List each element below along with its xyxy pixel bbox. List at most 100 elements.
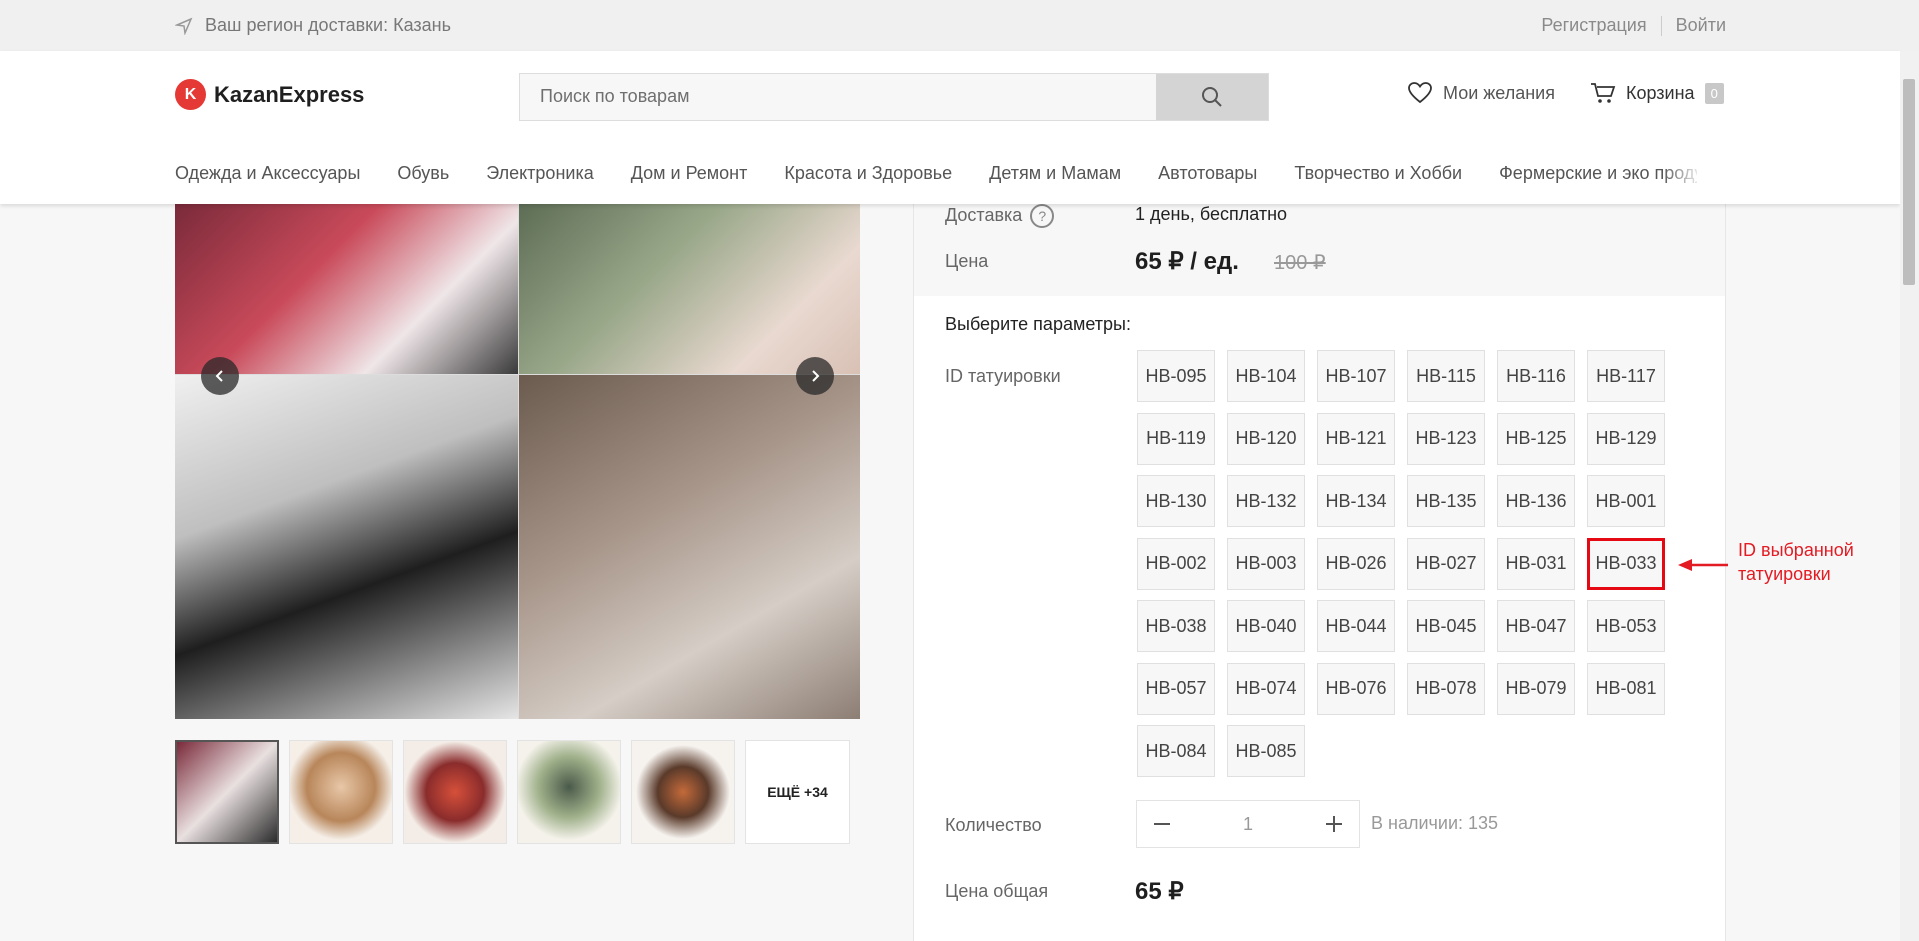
auth-divider: [1660, 15, 1662, 36]
wishlist-label: Мои желания: [1443, 82, 1555, 103]
annotation-arrow-icon: [1678, 559, 1728, 571]
tattoo-option[interactable]: HB-085: [1227, 725, 1305, 777]
category-item[interactable]: Красота и Здоровье: [784, 163, 952, 184]
category-nav: Одежда и Аксессуары Обувь Электроника До…: [175, 163, 1697, 184]
tattoo-option[interactable]: HB-079: [1497, 662, 1575, 715]
search-icon: [1202, 87, 1222, 107]
tattoo-option[interactable]: HB-027: [1407, 537, 1485, 590]
product-image: [175, 204, 860, 719]
tattoo-option[interactable]: HB-119: [1137, 412, 1215, 465]
tattoo-option[interactable]: HB-038: [1137, 600, 1215, 652]
thumbnail[interactable]: [175, 740, 279, 844]
tattoo-option[interactable]: HB-107: [1317, 350, 1395, 402]
login-link[interactable]: Войти: [1676, 15, 1726, 36]
prev-image-button[interactable]: [201, 357, 239, 395]
category-item[interactable]: Одежда и Аксессуары: [175, 163, 360, 184]
chevron-left-icon: [215, 370, 223, 382]
tattoo-option[interactable]: HB-121: [1317, 412, 1395, 465]
stock-info: В наличии: 135: [1371, 813, 1499, 833]
tattoo-option[interactable]: HB-123: [1407, 412, 1485, 465]
tattoo-option[interactable]: HB-053: [1587, 600, 1665, 652]
quantity-value[interactable]: 1: [1187, 801, 1309, 847]
tattoo-option[interactable]: HB-104: [1227, 350, 1305, 402]
params-title: Выберите параметры:: [945, 314, 1131, 334]
top-bar: Ваш регион доставки: Казань Регистрация …: [0, 0, 1919, 51]
tattoo-option[interactable]: HB-115: [1407, 350, 1485, 402]
search-button[interactable]: [1156, 74, 1268, 120]
chevron-right-icon: [812, 370, 820, 382]
search-input[interactable]: [520, 74, 1180, 118]
tattoo-option[interactable]: HB-134: [1317, 475, 1395, 527]
tattoo-option[interactable]: HB-003: [1227, 537, 1305, 590]
tattoo-option[interactable]: HB-136: [1497, 475, 1575, 527]
tattoo-option[interactable]: HB-129: [1587, 412, 1665, 465]
page-scrollbar[interactable]: [1900, 51, 1919, 941]
category-item[interactable]: Автотовары: [1158, 163, 1257, 184]
location-arrow-icon: [175, 17, 193, 35]
tattoo-option[interactable]: HB-001: [1587, 475, 1665, 527]
category-item[interactable]: Электроника: [486, 163, 593, 184]
delivery-value: 1 день, бесплатно: [1135, 204, 1288, 224]
heart-icon: [1408, 82, 1432, 104]
search-bar: [519, 73, 1269, 121]
category-item[interactable]: Обувь: [397, 163, 449, 184]
tattoo-option[interactable]: HB-132: [1227, 475, 1305, 527]
annotation-text: ID выбранной татуировки: [1738, 538, 1854, 586]
logo-mark-icon: K: [175, 79, 206, 110]
tattoo-option[interactable]: HB-002: [1137, 537, 1215, 590]
tattoo-option-selected[interactable]: HB-033: [1587, 537, 1665, 590]
thumbnail[interactable]: [403, 740, 507, 844]
total-price-label: Цена общая: [945, 881, 1049, 901]
tattoo-option[interactable]: HB-116: [1497, 350, 1575, 402]
decrease-quantity-button[interactable]: [1137, 801, 1187, 847]
thumbnail[interactable]: [517, 740, 621, 844]
cart-link[interactable]: Корзина 0: [1590, 81, 1724, 105]
register-link[interactable]: Регистрация: [1541, 15, 1646, 36]
tattoo-option[interactable]: HB-135: [1407, 475, 1485, 527]
site-header: K KazanExpress Мои желания Корзина 0 Оде…: [0, 51, 1900, 204]
category-item[interactable]: Фермерские и эко проду: [1499, 163, 1697, 184]
category-item[interactable]: Дом и Ремонт: [631, 163, 748, 184]
quantity-label: Количество: [945, 815, 1042, 835]
region-text: Ваш регион доставки: Казань: [205, 15, 451, 35]
tattoo-option[interactable]: HB-130: [1137, 475, 1215, 527]
logo-text: KazanExpress: [214, 81, 365, 107]
tattoo-option[interactable]: HB-076: [1317, 662, 1395, 715]
tattoo-option[interactable]: HB-057: [1137, 662, 1215, 715]
logo[interactable]: K KazanExpress: [175, 79, 364, 110]
tattoo-option[interactable]: HB-044: [1317, 600, 1395, 652]
unit-price: 65 ₽ / ед.: [1135, 248, 1239, 275]
category-item[interactable]: Детям и Мамам: [989, 163, 1121, 184]
tattoo-option[interactable]: HB-081: [1587, 662, 1665, 715]
tattoo-option[interactable]: HB-026: [1317, 537, 1395, 590]
tattoo-option[interactable]: HB-084: [1137, 725, 1215, 777]
product-photo-quadrant: [519, 375, 860, 719]
tattoo-option[interactable]: HB-095: [1137, 350, 1215, 402]
tattoo-option[interactable]: HB-074: [1227, 662, 1305, 715]
auth-links: Регистрация Войти: [1541, 0, 1726, 51]
tattoo-option[interactable]: HB-045: [1407, 600, 1485, 652]
tattoo-option[interactable]: HB-120: [1227, 412, 1305, 465]
tattoo-option[interactable]: HB-047: [1497, 600, 1575, 652]
quantity-stepper: 1: [1136, 800, 1360, 848]
tattoo-option[interactable]: HB-117: [1587, 350, 1665, 402]
next-image-button[interactable]: [796, 357, 834, 395]
increase-quantity-button[interactable]: [1309, 801, 1359, 847]
wishlist-link[interactable]: Мои желания: [1407, 81, 1555, 105]
cart-count-badge: 0: [1704, 82, 1724, 104]
scrollbar-thumb[interactable]: [1903, 79, 1915, 285]
more-images-button[interactable]: ЕЩЁ +34: [745, 740, 850, 844]
thumbnail[interactable]: [631, 740, 735, 844]
delivery-region[interactable]: Ваш регион доставки: Казань: [175, 0, 451, 51]
tattoo-id-label: ID татуировки: [945, 366, 1061, 386]
thumbnail[interactable]: [289, 740, 393, 844]
tattoo-option[interactable]: HB-040: [1227, 600, 1305, 652]
help-icon[interactable]: ?: [1030, 204, 1055, 228]
delivery-label: Доставка?: [945, 204, 1055, 228]
tattoo-option[interactable]: HB-125: [1497, 412, 1575, 465]
category-item[interactable]: Творчество и Хобби: [1294, 163, 1462, 184]
tattoo-option[interactable]: HB-078: [1407, 662, 1485, 715]
price-label: Цена: [945, 251, 989, 271]
tattoo-option[interactable]: HB-031: [1497, 537, 1575, 590]
total-price: 65 ₽: [1135, 878, 1184, 905]
